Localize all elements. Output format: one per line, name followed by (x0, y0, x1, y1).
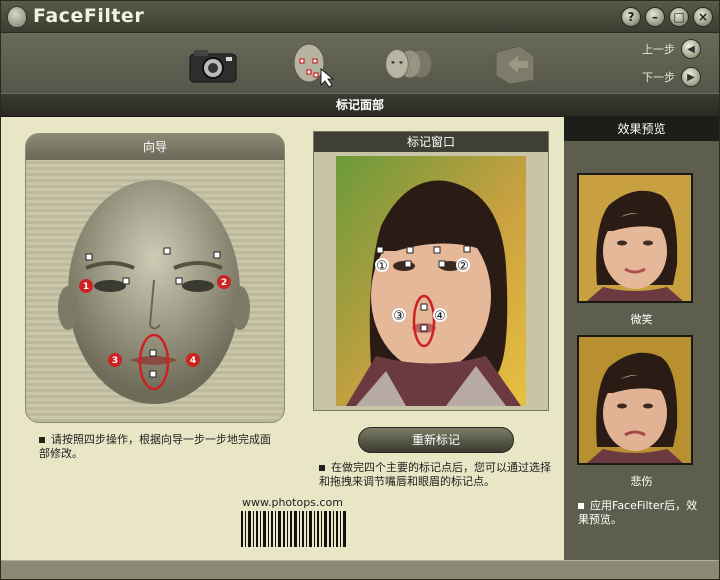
help-button[interactable]: ? (621, 7, 641, 27)
sad-preview-image (579, 337, 691, 463)
next-step-label: 下一步 (642, 71, 675, 84)
mark-marker-2[interactable]: ② (457, 259, 469, 274)
preview-note-text: 应用FaceFilter后，效果预览。 (578, 499, 698, 526)
main-panel: 向导 1 2 3 4 请按照四步操作，根据向导一步一步地完成面部修改。 标记窗口… (1, 117, 564, 560)
status-bar (1, 560, 719, 579)
guide-marker-3: 3 (112, 356, 118, 366)
mark-marker-3[interactable]: ③ (393, 309, 405, 324)
bullet-icon (39, 437, 45, 443)
expressions-tool-button[interactable] (381, 39, 437, 89)
save-icon (495, 45, 535, 85)
preview-note: 应用FaceFilter后，效果预览。 (578, 499, 708, 527)
next-arrow-icon[interactable]: ▶ (681, 67, 701, 87)
website-link[interactable]: www.photops.com (242, 496, 343, 509)
guide-marker-1: 1 (83, 282, 89, 292)
guide-note-text: 请按照四步操作，根据向导一步一步地完成面部修改。 (39, 433, 271, 460)
mark-window: 标记窗口 ① ② ③ ④ (313, 131, 549, 411)
smile-preview-image (579, 175, 691, 301)
camera-icon (189, 50, 237, 83)
face-mark-icon (293, 43, 335, 88)
mark-window-title: 标记窗口 (314, 132, 548, 152)
prev-step[interactable]: 上一步 ◀ (642, 39, 701, 59)
barcode-image (241, 511, 346, 547)
app-title-face: Face (33, 5, 84, 27)
app-title-filter: Filter (83, 5, 145, 27)
app-logo-icon (7, 6, 27, 28)
mark-note-text: 在做完四个主要的标记点后，您可以通过选择和拖拽来调节嘴唇和眼眉的标记点。 (319, 461, 551, 488)
close-button[interactable]: × (693, 7, 713, 27)
mark-marker-1[interactable]: ① (376, 259, 388, 274)
redo-mark-button[interactable]: 重新标记 (358, 427, 514, 453)
bullet-icon (578, 503, 584, 509)
section-title: 标记面部 (1, 93, 719, 117)
app-window: FaceFilter ? – □ × 上一步 ◀ 下一步 ▶ 标记面部 向导 1… (0, 0, 720, 580)
minimize-button[interactable]: – (645, 7, 665, 27)
faces-icon (385, 49, 432, 79)
mark-face-tool-button[interactable] (287, 39, 343, 89)
maximize-button[interactable]: □ (669, 7, 689, 27)
preview-smile-thumb[interactable] (577, 173, 693, 303)
mark-photo[interactable]: ① ② ③ ④ (336, 156, 526, 406)
preview-smile-label: 微笑 (630, 313, 653, 326)
preview-sad-thumb[interactable] (577, 335, 693, 465)
prev-arrow-icon[interactable]: ◀ (681, 39, 701, 59)
guide-face-image: 1 2 3 4 (58, 180, 250, 404)
guide-note: 请按照四步操作，根据向导一步一步地完成面部修改。 (39, 433, 279, 461)
mark-note: 在做完四个主要的标记点后，您可以通过选择和拖拽来调节嘴唇和眼眉的标记点。 (319, 461, 551, 489)
save-tool-button[interactable] (487, 39, 543, 89)
camera-tool-button[interactable] (185, 39, 241, 89)
title-bar: FaceFilter ? – □ × (1, 1, 719, 33)
toolbar: 上一步 ◀ 下一步 ▶ (1, 33, 719, 93)
bullet-icon (319, 465, 325, 471)
guide-panel: 向导 1 2 3 4 (25, 133, 285, 423)
preview-sad-label: 悲伤 (630, 475, 653, 488)
preview-title: 效果预览 (564, 117, 719, 141)
next-step[interactable]: 下一步 ▶ (642, 67, 701, 87)
preview-panel: 效果预览 微笑 悲伤 应用FaceFilter后，效果预览。 (564, 117, 719, 560)
guide-marker-4: 4 (190, 356, 196, 366)
prev-step-label: 上一步 (642, 43, 675, 56)
mark-marker-4[interactable]: ④ (434, 309, 446, 324)
guide-title: 向导 (26, 134, 284, 160)
window-controls: ? – □ × (621, 7, 713, 27)
app-title: FaceFilter (33, 5, 144, 27)
guide-marker-2: 2 (221, 278, 227, 288)
